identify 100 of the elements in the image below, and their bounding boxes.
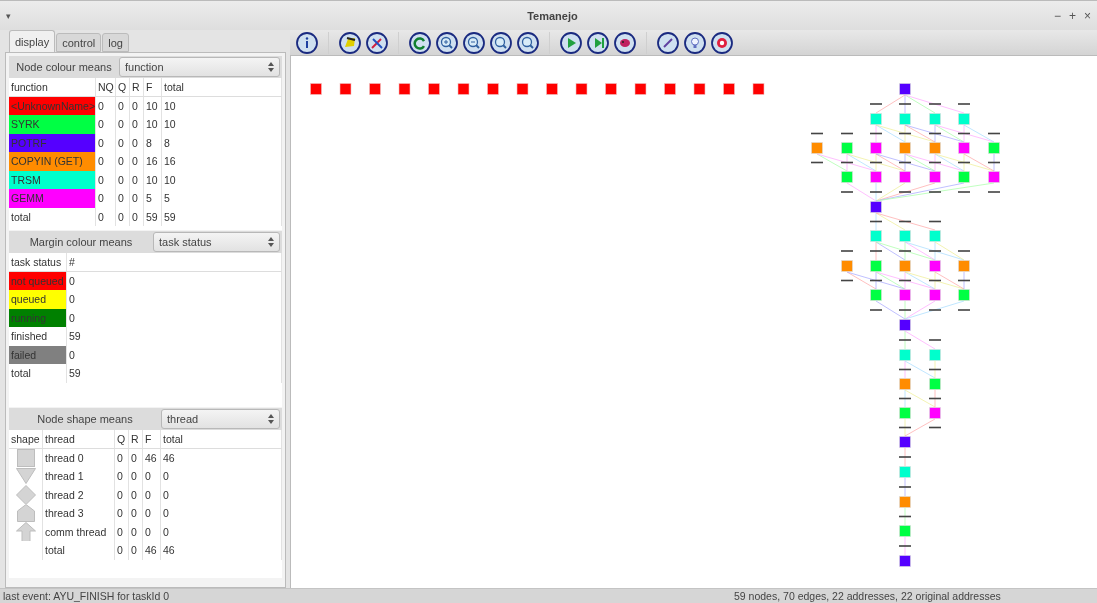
window-menu-glyph[interactable]: ▾ — [6, 10, 11, 21]
table-cell: 0 — [129, 504, 143, 523]
record-button[interactable] — [711, 31, 733, 54]
table-cell: 0 — [116, 189, 130, 208]
address-label — [958, 279, 970, 282]
task-node — [899, 230, 911, 242]
table-cell: 0 — [130, 152, 144, 171]
task-node — [575, 83, 588, 95]
task-node — [929, 142, 941, 154]
table-cell: 46 — [143, 541, 161, 560]
task-node — [841, 142, 853, 154]
dependency-edge — [904, 536, 906, 556]
address-label — [899, 132, 911, 135]
legend-cell: COPYIN (GET) — [9, 152, 96, 171]
table-cell: 0 — [115, 467, 129, 486]
bug-button[interactable] — [614, 31, 636, 54]
address-label — [870, 132, 882, 135]
address-label — [988, 161, 1000, 164]
section-label: Node colour means — [15, 61, 113, 73]
square-icon — [16, 448, 35, 467]
address-label — [841, 279, 853, 282]
address-label — [841, 161, 853, 164]
window-control[interactable]: + — [1068, 8, 1076, 23]
status-text: last event: AYU_FINISH for taskId 0 — [2, 590, 171, 602]
table-cell: 0 — [96, 189, 116, 208]
tab[interactable]: log — [102, 33, 129, 52]
table-cell: 59 — [67, 364, 282, 383]
address-label — [811, 132, 823, 135]
hand-button[interactable] — [339, 31, 361, 54]
bulb-button[interactable] — [684, 31, 706, 54]
address-label — [899, 515, 911, 518]
column-header: Q — [115, 430, 129, 449]
task-node — [929, 378, 941, 390]
address-label — [929, 279, 941, 282]
task-node — [899, 407, 911, 419]
task-node — [929, 349, 941, 361]
step-button[interactable] — [587, 31, 609, 54]
task-node — [487, 83, 499, 95]
tools-button[interactable] — [366, 31, 388, 54]
refresh-button[interactable] — [409, 31, 431, 54]
section-label: Node shape means — [36, 413, 134, 425]
dropdown[interactable]: task status — [153, 232, 280, 252]
task-node — [634, 83, 647, 95]
dependency-edge — [904, 477, 906, 497]
pentagon-icon — [16, 504, 35, 523]
task-node — [958, 142, 970, 154]
task-node — [899, 466, 911, 478]
zoom-in-button[interactable] — [436, 31, 458, 54]
task-node — [929, 260, 941, 272]
column-header: function — [9, 78, 96, 97]
task-node — [870, 230, 882, 242]
table-cell: 0 — [116, 152, 130, 171]
wand-button[interactable] — [657, 31, 679, 54]
task-node — [929, 113, 941, 125]
task-node — [899, 289, 911, 301]
section-label: Margin colour means — [28, 236, 134, 248]
table-cell: 10 — [162, 115, 282, 134]
task-node — [929, 171, 941, 183]
address-label — [929, 426, 941, 429]
table-cell: 16 — [144, 152, 162, 171]
task-node — [870, 171, 882, 183]
table-cell: total — [43, 541, 115, 560]
table-cell: total — [9, 364, 67, 383]
address-label — [899, 220, 911, 223]
tab[interactable]: display — [9, 30, 56, 52]
address-label — [929, 368, 941, 371]
zoom-out-button[interactable] — [463, 31, 485, 54]
table-cell: 0 — [115, 504, 129, 523]
task-node — [310, 83, 322, 95]
table-cell: 0 — [129, 467, 143, 486]
table-cell: 0 — [115, 541, 129, 560]
info-button[interactable] — [296, 31, 318, 54]
column-header: task status — [9, 253, 67, 272]
address-label — [929, 397, 941, 400]
task-node — [899, 496, 911, 508]
task-node — [516, 83, 529, 95]
task-node — [664, 83, 676, 95]
task-node — [723, 83, 735, 95]
task-node — [958, 171, 970, 183]
window-control[interactable]: × — [1084, 8, 1091, 23]
column-header: NQ — [96, 78, 116, 97]
dropdown[interactable]: function — [119, 57, 280, 77]
window-control[interactable]: − — [1053, 8, 1061, 23]
dependency-edge — [904, 447, 906, 467]
spinner-icon — [268, 237, 274, 247]
task-node — [899, 319, 911, 331]
dropdown[interactable]: thread — [161, 409, 280, 429]
tab[interactable]: control — [56, 33, 102, 52]
zoom-fit-button[interactable] — [490, 31, 512, 54]
task-node — [988, 142, 1000, 154]
task-node — [811, 142, 823, 154]
task-node — [870, 260, 882, 272]
task-node — [899, 83, 911, 95]
spinner-icon — [268, 62, 274, 72]
address-label — [870, 161, 882, 164]
task-node — [605, 83, 617, 95]
address-label — [899, 397, 911, 400]
task-node — [899, 260, 911, 272]
play-button[interactable] — [560, 31, 582, 54]
zoom-reset-button[interactable] — [517, 31, 539, 54]
